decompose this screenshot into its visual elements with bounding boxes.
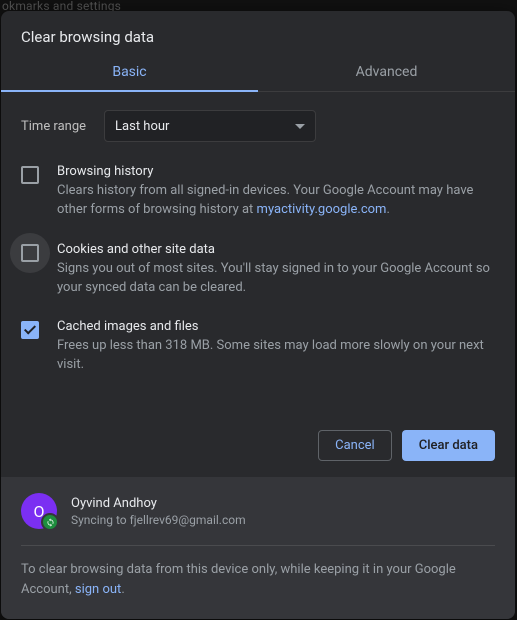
chevron-down-icon — [295, 124, 305, 129]
option-browsing-history: Browsing history Clears history from all… — [21, 164, 495, 220]
option-title: Cached images and files — [57, 319, 495, 334]
time-range-select[interactable]: Last hour — [104, 110, 316, 142]
option-title: Cookies and other site data — [57, 242, 495, 257]
option-cache: Cached images and files Frees up less th… — [21, 319, 495, 375]
footer-note: To clear browsing data from this device … — [21, 560, 495, 599]
dialog-body: Time range Last hour Browsing history Cl… — [1, 92, 515, 418]
option-title: Browsing history — [57, 164, 495, 179]
option-description: Frees up less than 318 MB. Some sites ma… — [57, 337, 495, 375]
account-name: Oyvind Andhoy — [71, 496, 246, 511]
avatar: O — [21, 493, 57, 529]
dialog-title: Clear browsing data — [1, 11, 515, 54]
option-description: Clears history from all signed-in device… — [57, 182, 495, 220]
dialog-actions: Cancel Clear data — [1, 418, 515, 477]
tab-advanced[interactable]: Advanced — [258, 54, 515, 91]
option-description: Signs you out of most sites. You'll stay… — [57, 260, 495, 298]
checkbox-browsing-history[interactable] — [21, 166, 39, 184]
checkbox-cache[interactable] — [21, 321, 39, 339]
cancel-button[interactable]: Cancel — [318, 430, 392, 461]
time-range-row: Time range Last hour — [21, 110, 495, 142]
checkbox-cookies[interactable] — [21, 244, 39, 262]
tab-bar: Basic Advanced — [1, 54, 515, 92]
account-sync-status: Syncing to fjellrev69@gmail.com — [71, 513, 246, 527]
clear-browsing-data-dialog: Clear browsing data Basic Advanced Time … — [1, 11, 515, 619]
time-range-value: Last hour — [115, 119, 169, 134]
myactivity-link[interactable]: myactivity.google.com — [257, 202, 387, 217]
sync-badge-icon — [41, 513, 59, 531]
account-row: O Oyvind Andhoy Syncing to fjellrev69@gm… — [21, 493, 495, 546]
tab-basic[interactable]: Basic — [1, 54, 258, 91]
option-cookies: Cookies and other site data Signs you ou… — [21, 242, 495, 298]
clear-data-button[interactable]: Clear data — [402, 430, 495, 461]
dialog-footer: O Oyvind Andhoy Syncing to fjellrev69@gm… — [1, 477, 515, 619]
sign-out-link[interactable]: sign out — [75, 582, 121, 597]
time-range-label: Time range — [21, 119, 86, 134]
